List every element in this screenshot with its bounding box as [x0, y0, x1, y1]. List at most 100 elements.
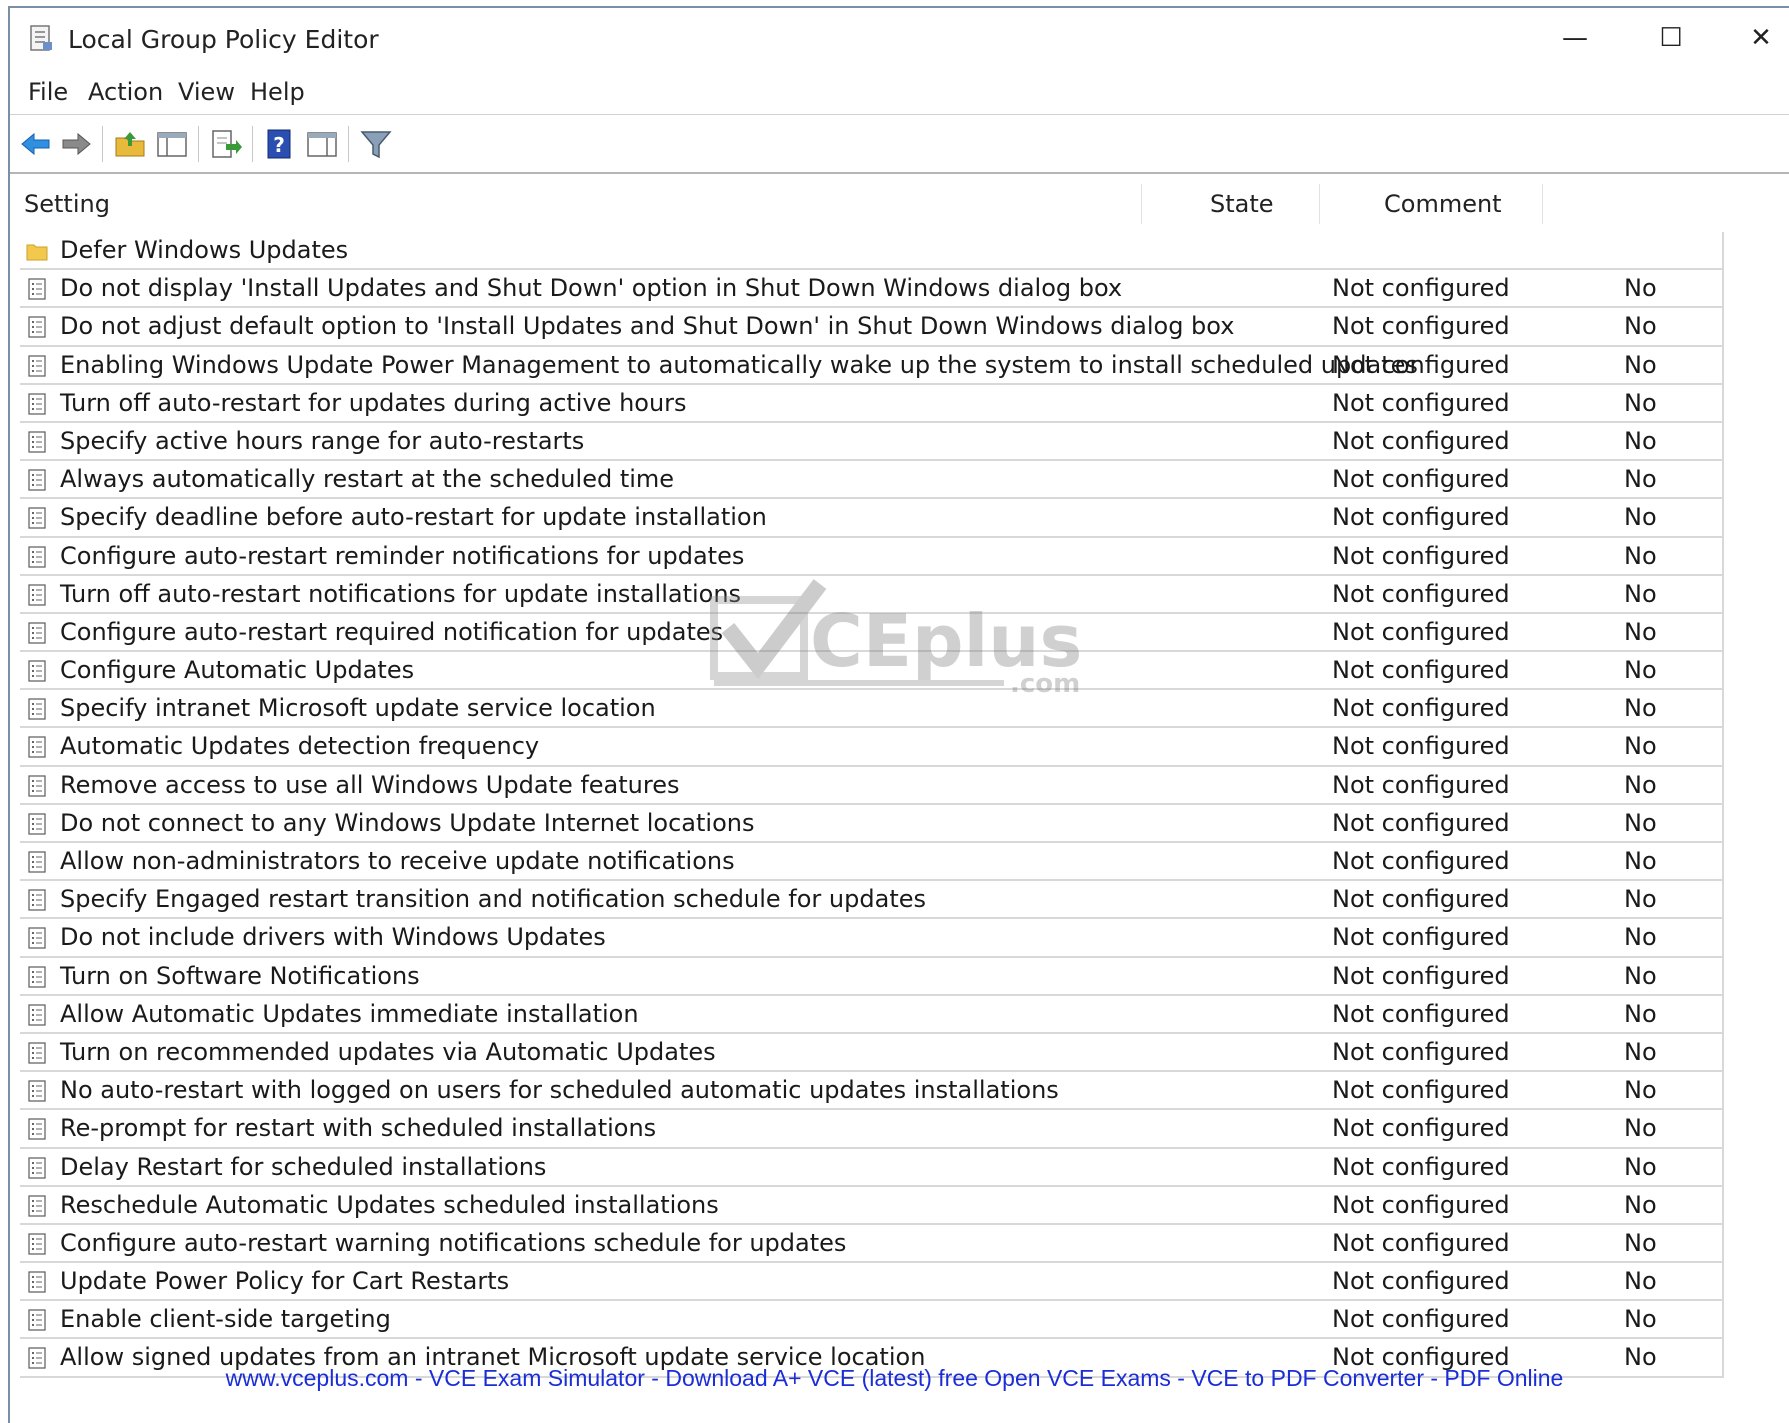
column-header-comment[interactable]: Comment [1384, 190, 1502, 218]
column-divider[interactable] [1319, 184, 1320, 224]
toolbar-separator [102, 126, 103, 162]
setting-comment: No [1624, 312, 1657, 341]
help-icon[interactable]: ? [262, 126, 298, 162]
folder-row[interactable]: Defer Windows Updates [20, 232, 1724, 271]
policy-row[interactable]: Update Power Policy for Cart Restarts Not… [20, 1263, 1724, 1302]
folder-icon [26, 244, 48, 261]
setting-name: Configure auto-restart required notifica… [60, 617, 724, 646]
policy-row[interactable]: Enable client-side targeting Not configur… [20, 1301, 1724, 1340]
policy-row[interactable]: Turn on Software Notifications Not config… [20, 957, 1724, 996]
toolbar: ? [10, 114, 1789, 174]
policy-row[interactable]: Do not display 'Install Updates and Shut… [20, 270, 1724, 309]
policy-setting-icon [28, 774, 46, 797]
policy-row[interactable]: Delay Restart for scheduled installation… [20, 1148, 1724, 1187]
policy-setting-icon [28, 927, 46, 950]
menu-file[interactable]: File [28, 78, 68, 106]
toolbar-separator [252, 126, 253, 162]
setting-comment: No [1624, 961, 1657, 990]
policy-row[interactable]: Re-prompt for restart with scheduled ins… [20, 1110, 1724, 1149]
toolbar-separator [348, 126, 349, 162]
export-list-icon[interactable] [208, 126, 244, 162]
setting-comment: No [1624, 274, 1657, 303]
policy-setting-icon [28, 851, 46, 873]
setting-state: Not configured [1332, 312, 1510, 341]
setting-name: Turn on Software Notifications [60, 961, 420, 990]
setting-comment: No [1624, 1114, 1657, 1143]
policy-row[interactable]: Remove access to use all Windows Update … [20, 766, 1724, 805]
watermark-suffix: .com [1010, 669, 1080, 698]
setting-name: Enable client-side targeting [60, 1305, 391, 1334]
list-header: Setting State Comment [14, 178, 1764, 228]
footer-link-banner[interactable]: www.vceplus.com - VCE Exam Simulator - D… [0, 1365, 1789, 1392]
policy-setting-icon [28, 1271, 46, 1293]
show-hide-tree-icon[interactable] [154, 126, 190, 162]
policy-row[interactable]: No auto-restart with logged on users for… [20, 1072, 1724, 1111]
policy-row[interactable]: Always automatically restart at the sche… [20, 461, 1724, 500]
setting-state: Not configured [1332, 923, 1510, 952]
policy-setting-icon [28, 431, 46, 453]
minimize-button[interactable]: — [1550, 20, 1600, 56]
setting-name: Update Power Policy for Cart Restarts [60, 1267, 510, 1296]
setting-state: Not configured [1332, 1228, 1510, 1257]
policy-row[interactable]: Allow non-administrators to receive upda… [20, 843, 1724, 882]
setting-name: Configure Automatic Updates [60, 656, 415, 685]
column-header-state[interactable]: State [1210, 190, 1274, 218]
policy-setting-icon [28, 1080, 46, 1102]
setting-name: Defer Windows Updates [60, 236, 349, 264]
setting-name: Specify active hours range for auto-rest… [60, 426, 585, 455]
setting-name: Do not include drivers with Windows Upda… [60, 923, 606, 952]
setting-comment: No [1624, 426, 1657, 455]
setting-name: Turn on recommended updates via Automati… [60, 1037, 716, 1066]
policy-row[interactable]: Configure auto-restart warning notificat… [20, 1224, 1724, 1264]
menu-help[interactable]: Help [250, 78, 305, 106]
setting-comment: No [1624, 923, 1657, 952]
setting-state: Not configured [1332, 1152, 1510, 1181]
policy-row[interactable]: Do not connect to any Windows Update Int… [20, 804, 1724, 843]
column-divider[interactable] [1141, 184, 1142, 224]
show-hide-action-pane-icon[interactable] [304, 126, 340, 162]
policy-row[interactable]: Reschedule Automatic Updates scheduled i… [20, 1186, 1724, 1225]
setting-name: Configure auto-restart warning notificat… [60, 1228, 847, 1257]
policy-row[interactable]: Specify Engaged restart transition and n… [20, 881, 1724, 920]
setting-comment: No [1624, 1305, 1657, 1334]
policy-setting-icon [28, 1004, 46, 1026]
policy-row[interactable]: Turn on recommended updates via Automati… [20, 1033, 1724, 1073]
policy-setting-icon [28, 584, 46, 606]
policy-setting-icon [28, 278, 46, 300]
setting-state: Not configured [1332, 656, 1510, 685]
close-button[interactable]: ✕ [1736, 20, 1786, 56]
policy-row[interactable]: Specify active hours range for auto-rest… [20, 422, 1724, 462]
setting-name: Specify intranet Microsoft update servic… [60, 694, 656, 723]
setting-state: Not configured [1332, 426, 1510, 455]
setting-state: Not configured [1332, 503, 1510, 532]
setting-name: Turn off auto-restart for updates during… [60, 388, 687, 417]
setting-state: Not configured [1332, 350, 1510, 379]
svg-text:?: ? [273, 133, 285, 157]
menu-action[interactable]: Action [88, 78, 163, 106]
column-divider[interactable] [1542, 184, 1543, 224]
forward-arrow-icon[interactable] [58, 126, 94, 162]
policy-row[interactable]: Automatic Updates detection frequency Not… [20, 728, 1724, 767]
back-arrow-icon[interactable] [18, 126, 54, 162]
policy-setting-icon [28, 1233, 46, 1255]
setting-state: Not configured [1332, 808, 1510, 837]
policy-row[interactable]: Do not adjust default option to 'Install… [20, 308, 1724, 347]
policy-row[interactable]: Do not include drivers with Windows Upda… [20, 919, 1724, 958]
setting-name: Do not display 'Install Updates and Shut… [60, 274, 1123, 303]
up-folder-icon[interactable] [112, 126, 148, 162]
policy-row[interactable]: Enabling Windows Update Power Management… [20, 346, 1724, 385]
column-header-setting[interactable]: Setting [24, 190, 110, 218]
setting-state: Not configured [1332, 1305, 1510, 1334]
policy-row[interactable]: Specify deadline before auto-restart for… [20, 499, 1724, 538]
setting-state: Not configured [1332, 541, 1510, 570]
maximize-button[interactable]: ☐ [1646, 20, 1696, 56]
policy-row[interactable]: Turn off auto-restart for updates during… [20, 384, 1724, 423]
policy-list-view: Setting State Comment Defer Windows Upda… [14, 178, 1780, 1378]
policy-setting-icon [28, 622, 46, 644]
filter-icon[interactable] [358, 126, 394, 162]
menu-view[interactable]: View [178, 78, 235, 106]
policy-row[interactable]: Allow Automatic Updates immediate instal… [20, 995, 1724, 1034]
policy-setting-icon [28, 316, 46, 339]
setting-name: Specify Engaged restart transition and n… [60, 885, 926, 914]
policy-row[interactable]: Configure auto-restart reminder notifica… [20, 537, 1724, 576]
